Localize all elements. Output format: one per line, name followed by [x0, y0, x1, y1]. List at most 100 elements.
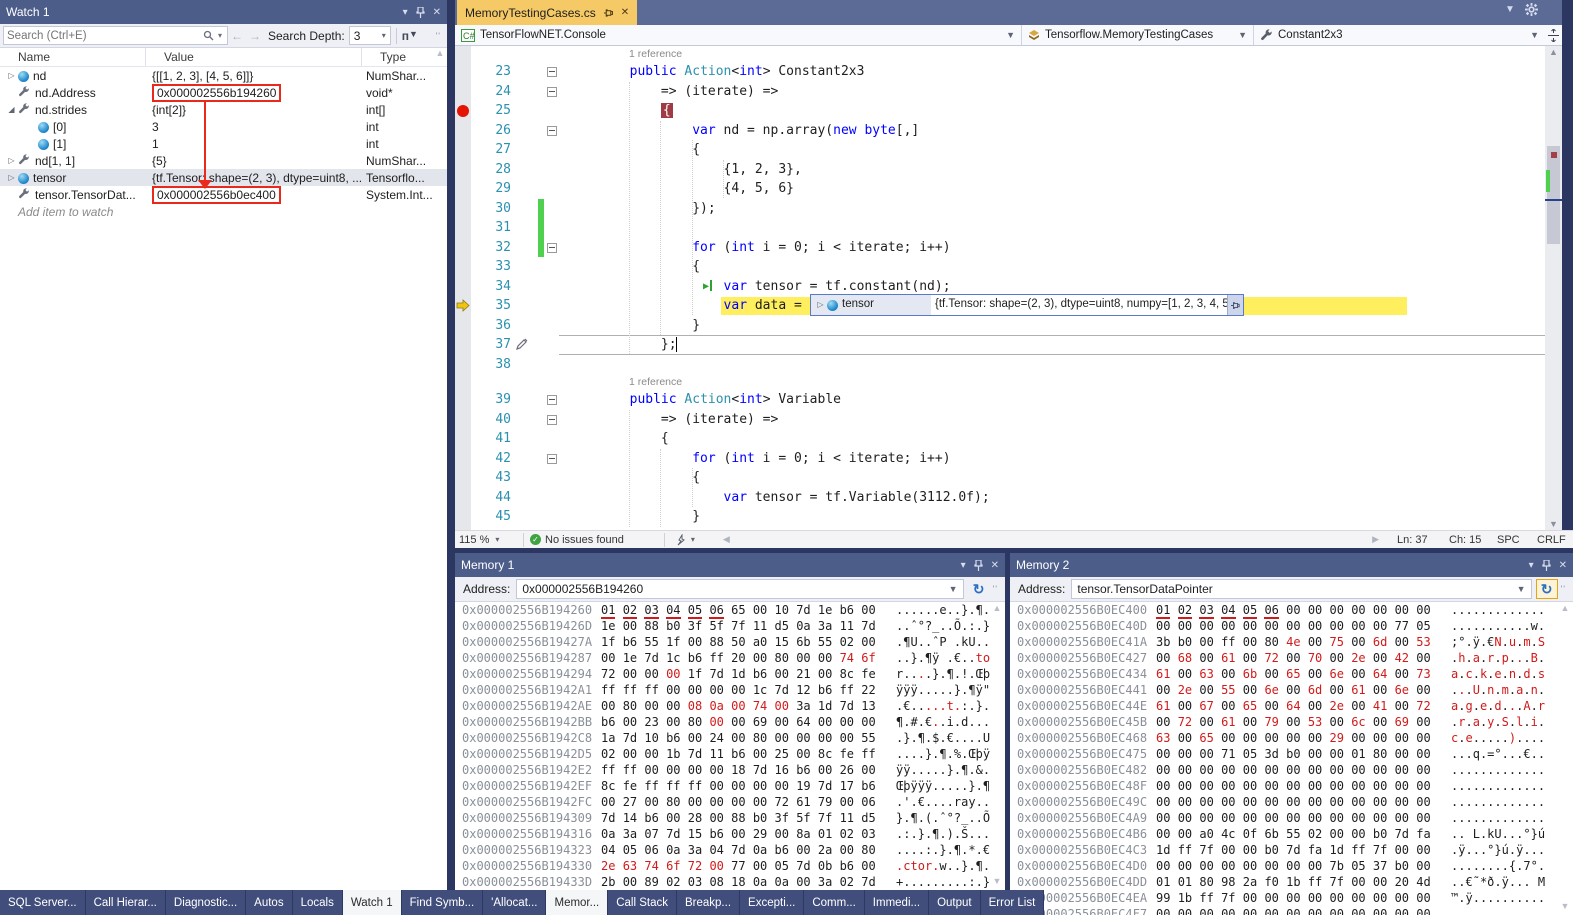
- memory-row[interactable]: 0x000002556B1943302e 63 74 6f 72 00 77 0…: [455, 858, 1005, 874]
- line-number[interactable]: 35: [471, 296, 511, 316]
- watch-value-cell[interactable]: {tf.Tensor: shape=(2, 3), dtype=uint8, .…: [146, 171, 362, 185]
- line-number[interactable]: 27: [471, 140, 511, 160]
- search-forward-icon[interactable]: →: [249, 29, 261, 43]
- scrollbar-thumb[interactable]: [1547, 146, 1560, 244]
- memory-bytes[interactable]: 00 00 00 00 00 00 00 00 7b 05 37 b0 00: [1156, 858, 1441, 874]
- memory-row[interactable]: 0x000002556B19429472 00 00 00 1f 7d 1d b…: [455, 666, 1005, 682]
- memory-row[interactable]: 0x000002556B1942A1ff ff ff 00 00 00 00 1…: [455, 682, 1005, 698]
- hscroll-left-icon[interactable]: ◀: [723, 534, 730, 545]
- line-number[interactable]: 39: [471, 390, 511, 410]
- close-icon[interactable]: ✕: [991, 560, 999, 571]
- code-line[interactable]: 26 var nd = np.array(new byte[,]: [455, 121, 1545, 141]
- memory-row[interactable]: 0x000002556B1942AE00 80 00 00 08 0a 00 7…: [455, 698, 1005, 714]
- refresh-icon[interactable]: ↻: [1536, 579, 1558, 599]
- memory-bytes[interactable]: 00 00 00 71 05 3d b0 00 00 01 80 00 00: [1156, 746, 1441, 762]
- bottom-tab[interactable]: SQL Server...: [0, 890, 86, 915]
- zoom-combo[interactable]: 115 % ▾: [455, 534, 517, 546]
- memory-bytes[interactable]: 00 00 00 00 00 00 00 00 00 00 00 00 00: [1156, 906, 1441, 915]
- gear-icon[interactable]: [1525, 3, 1538, 16]
- code-line[interactable]: 37 };: [455, 335, 1545, 355]
- code-line[interactable]: 41 {: [455, 429, 1545, 449]
- editor-scrollbar[interactable]: ▲ ▼: [1545, 46, 1562, 530]
- memory-bytes[interactable]: 00 00 00 00 00 00 00 00 00 00 00 00 00: [1156, 794, 1441, 810]
- expander-icon[interactable]: ▷: [6, 156, 17, 165]
- toolbar-overflow-icon[interactable]: '': [993, 584, 998, 594]
- bottom-tab[interactable]: Autos: [246, 890, 292, 915]
- expander-icon[interactable]: ◢: [6, 105, 17, 114]
- memory-bytes[interactable]: 72 00 00 00 1f 7d 1d b6 00 21 00 8c fe: [601, 666, 886, 682]
- bottom-tab[interactable]: Memor...: [546, 890, 608, 915]
- memory-row[interactable]: 0x000002556B0EC4C31d ff 7f 00 00 b0 7d f…: [1010, 842, 1573, 858]
- fold-collapse-icon[interactable]: [547, 454, 557, 464]
- memory2-hex-rows[interactable]: 0x000002556B0EC40001 02 03 04 05 06 00 0…: [1010, 602, 1573, 915]
- code-line[interactable]: 35 var data = ▷tensor{tf.Tensor: shape=(…: [455, 296, 1545, 316]
- memory-row[interactable]: 0x000002556B19426D1e 00 88 b0 3f 5f 7f 1…: [455, 618, 1005, 634]
- memory-row[interactable]: 0x000002556B0EC48200 00 00 00 00 00 00 0…: [1010, 762, 1573, 778]
- docwell-dropdown-icon[interactable]: ▼: [1505, 4, 1515, 15]
- memory1-hex-rows[interactable]: 0x000002556B19426001 02 03 04 05 06 65 0…: [455, 602, 1005, 891]
- line-number[interactable]: 30: [471, 199, 511, 219]
- memory-bytes[interactable]: 00 72 00 61 00 79 00 53 00 6c 00 69 00: [1156, 714, 1441, 730]
- watch-scrollbar-up-icon[interactable]: ▲: [433, 48, 447, 68]
- memory-row[interactable]: 0x000002556B1943097d 14 b6 00 28 00 88 b…: [455, 810, 1005, 826]
- line-number[interactable]: 45: [471, 507, 511, 527]
- line-number[interactable]: 42: [471, 449, 511, 469]
- chevron-down-icon[interactable]: ▾: [691, 535, 695, 544]
- code-line[interactable]: 42 for (int i = 0; i < iterate; i++): [455, 449, 1545, 469]
- memory-row[interactable]: 0x000002556B0EC4A900 00 00 00 00 00 00 0…: [1010, 810, 1573, 826]
- watch-row[interactable]: ◢nd.strides{int[2]}int[]: [0, 101, 447, 118]
- memory-row[interactable]: 0x000002556B0EC4DD01 01 80 98 2a f0 1b f…: [1010, 874, 1573, 890]
- bottom-tab[interactable]: Watch 1: [343, 890, 402, 915]
- tab-pin-icon[interactable]: [604, 8, 613, 18]
- memory-bytes[interactable]: 0a 3a 07 7d 15 b6 00 29 00 8a 01 02 03: [601, 826, 886, 842]
- memory-bytes[interactable]: 00 00 00 00 00 00 00 00 00 00 00 00 00: [1156, 778, 1441, 794]
- window-position-icon[interactable]: ▾: [1529, 560, 1534, 571]
- memory-row[interactable]: 0x000002556B0EC42700 68 00 61 00 72 00 7…: [1010, 650, 1573, 666]
- memory-row[interactable]: 0x000002556B0EC49C00 00 00 00 00 00 00 0…: [1010, 794, 1573, 810]
- code-line[interactable]: 39 public Action<int> Variable: [455, 390, 1545, 410]
- bottom-tab[interactable]: Diagnostic...: [166, 890, 246, 915]
- watch-value-cell[interactable]: {5}: [146, 154, 362, 168]
- watch-value-cell[interactable]: {int[2]}: [146, 103, 362, 117]
- codelens-references[interactable]: 1 reference: [455, 46, 1545, 62]
- memory-bytes[interactable]: 3b b0 00 ff 00 80 4e 00 75 00 6d 00 53: [1156, 634, 1441, 650]
- memory-bytes[interactable]: 01 02 03 04 05 06 65 00 10 7d 1e b6 00: [601, 602, 886, 618]
- code-line[interactable]: 32 for (int i = 0; i < iterate; i++): [455, 238, 1545, 258]
- pin-icon[interactable]: [1542, 560, 1551, 571]
- pin-icon[interactable]: [974, 560, 983, 571]
- memory-row[interactable]: 0x000002556B19432304 05 06 0a 3a 04 7d 0…: [455, 842, 1005, 858]
- line-number[interactable]: 29: [471, 179, 511, 199]
- watch-row[interactable]: ▷tensor{tf.Tensor: shape=(2, 3), dtype=u…: [0, 169, 447, 186]
- line-number[interactable]: 25: [471, 101, 511, 121]
- line-number[interactable]: 24: [471, 82, 511, 102]
- code-line[interactable]: 30 });: [455, 199, 1545, 219]
- memory-bytes[interactable]: 61 00 63 00 6b 00 65 00 6e 00 64 00 73: [1156, 666, 1441, 682]
- line-number[interactable]: 40: [471, 410, 511, 430]
- line-number[interactable]: 32: [471, 238, 511, 258]
- memory-row[interactable]: 0x000002556B0EC46863 00 65 00 00 00 00 0…: [1010, 730, 1573, 746]
- memory-row[interactable]: 0x000002556B0EC43461 00 63 00 6b 00 65 0…: [1010, 666, 1573, 682]
- line-number[interactable]: 36: [471, 316, 511, 336]
- line-number[interactable]: 28: [471, 160, 511, 180]
- memory-bytes[interactable]: 61 00 67 00 65 00 64 00 2e 00 41 00 72: [1156, 698, 1441, 714]
- code-line[interactable]: 25 {: [455, 101, 1545, 121]
- memory-row[interactable]: 0x000002556B1942FC00 27 00 80 00 00 00 0…: [455, 794, 1005, 810]
- memory-row[interactable]: 0x000002556B0EC45B00 72 00 61 00 79 00 5…: [1010, 714, 1573, 730]
- watch-row[interactable]: ▷nd[1, 1]{5}NumShar...: [0, 152, 447, 169]
- watch-value-cell[interactable]: 1: [146, 137, 362, 151]
- memory-row[interactable]: 0x000002556B0EC40001 02 03 04 05 06 00 0…: [1010, 602, 1573, 618]
- memory-row[interactable]: 0x000002556B0EC47500 00 00 71 05 3d b0 0…: [1010, 746, 1573, 762]
- memory-bytes[interactable]: 00 27 00 80 00 00 00 00 72 61 79 00 06: [601, 794, 886, 810]
- bottom-tab[interactable]: Excepti...: [740, 890, 804, 915]
- memory-row[interactable]: 0x000002556B19426001 02 03 04 05 06 65 0…: [455, 602, 1005, 618]
- refresh-icon[interactable]: ↻: [968, 579, 990, 599]
- fold-collapse-icon[interactable]: [547, 415, 557, 425]
- memory-bytes[interactable]: 99 1b ff 7f 00 00 00 00 00 00 00 00 00: [1156, 890, 1441, 906]
- memory-bytes[interactable]: 1a 7d 10 b6 00 24 00 80 00 00 00 00 55: [601, 730, 886, 746]
- search-icon[interactable]: [201, 30, 216, 41]
- code-line[interactable]: 29 {4, 5, 6}: [455, 179, 1545, 199]
- bottom-tab[interactable]: Error List: [981, 890, 1045, 915]
- line-number[interactable]: 41: [471, 429, 511, 449]
- column-header-type[interactable]: Type: [362, 48, 432, 66]
- document-tab[interactable]: MemoryTestingCases.cs ✕: [457, 0, 637, 25]
